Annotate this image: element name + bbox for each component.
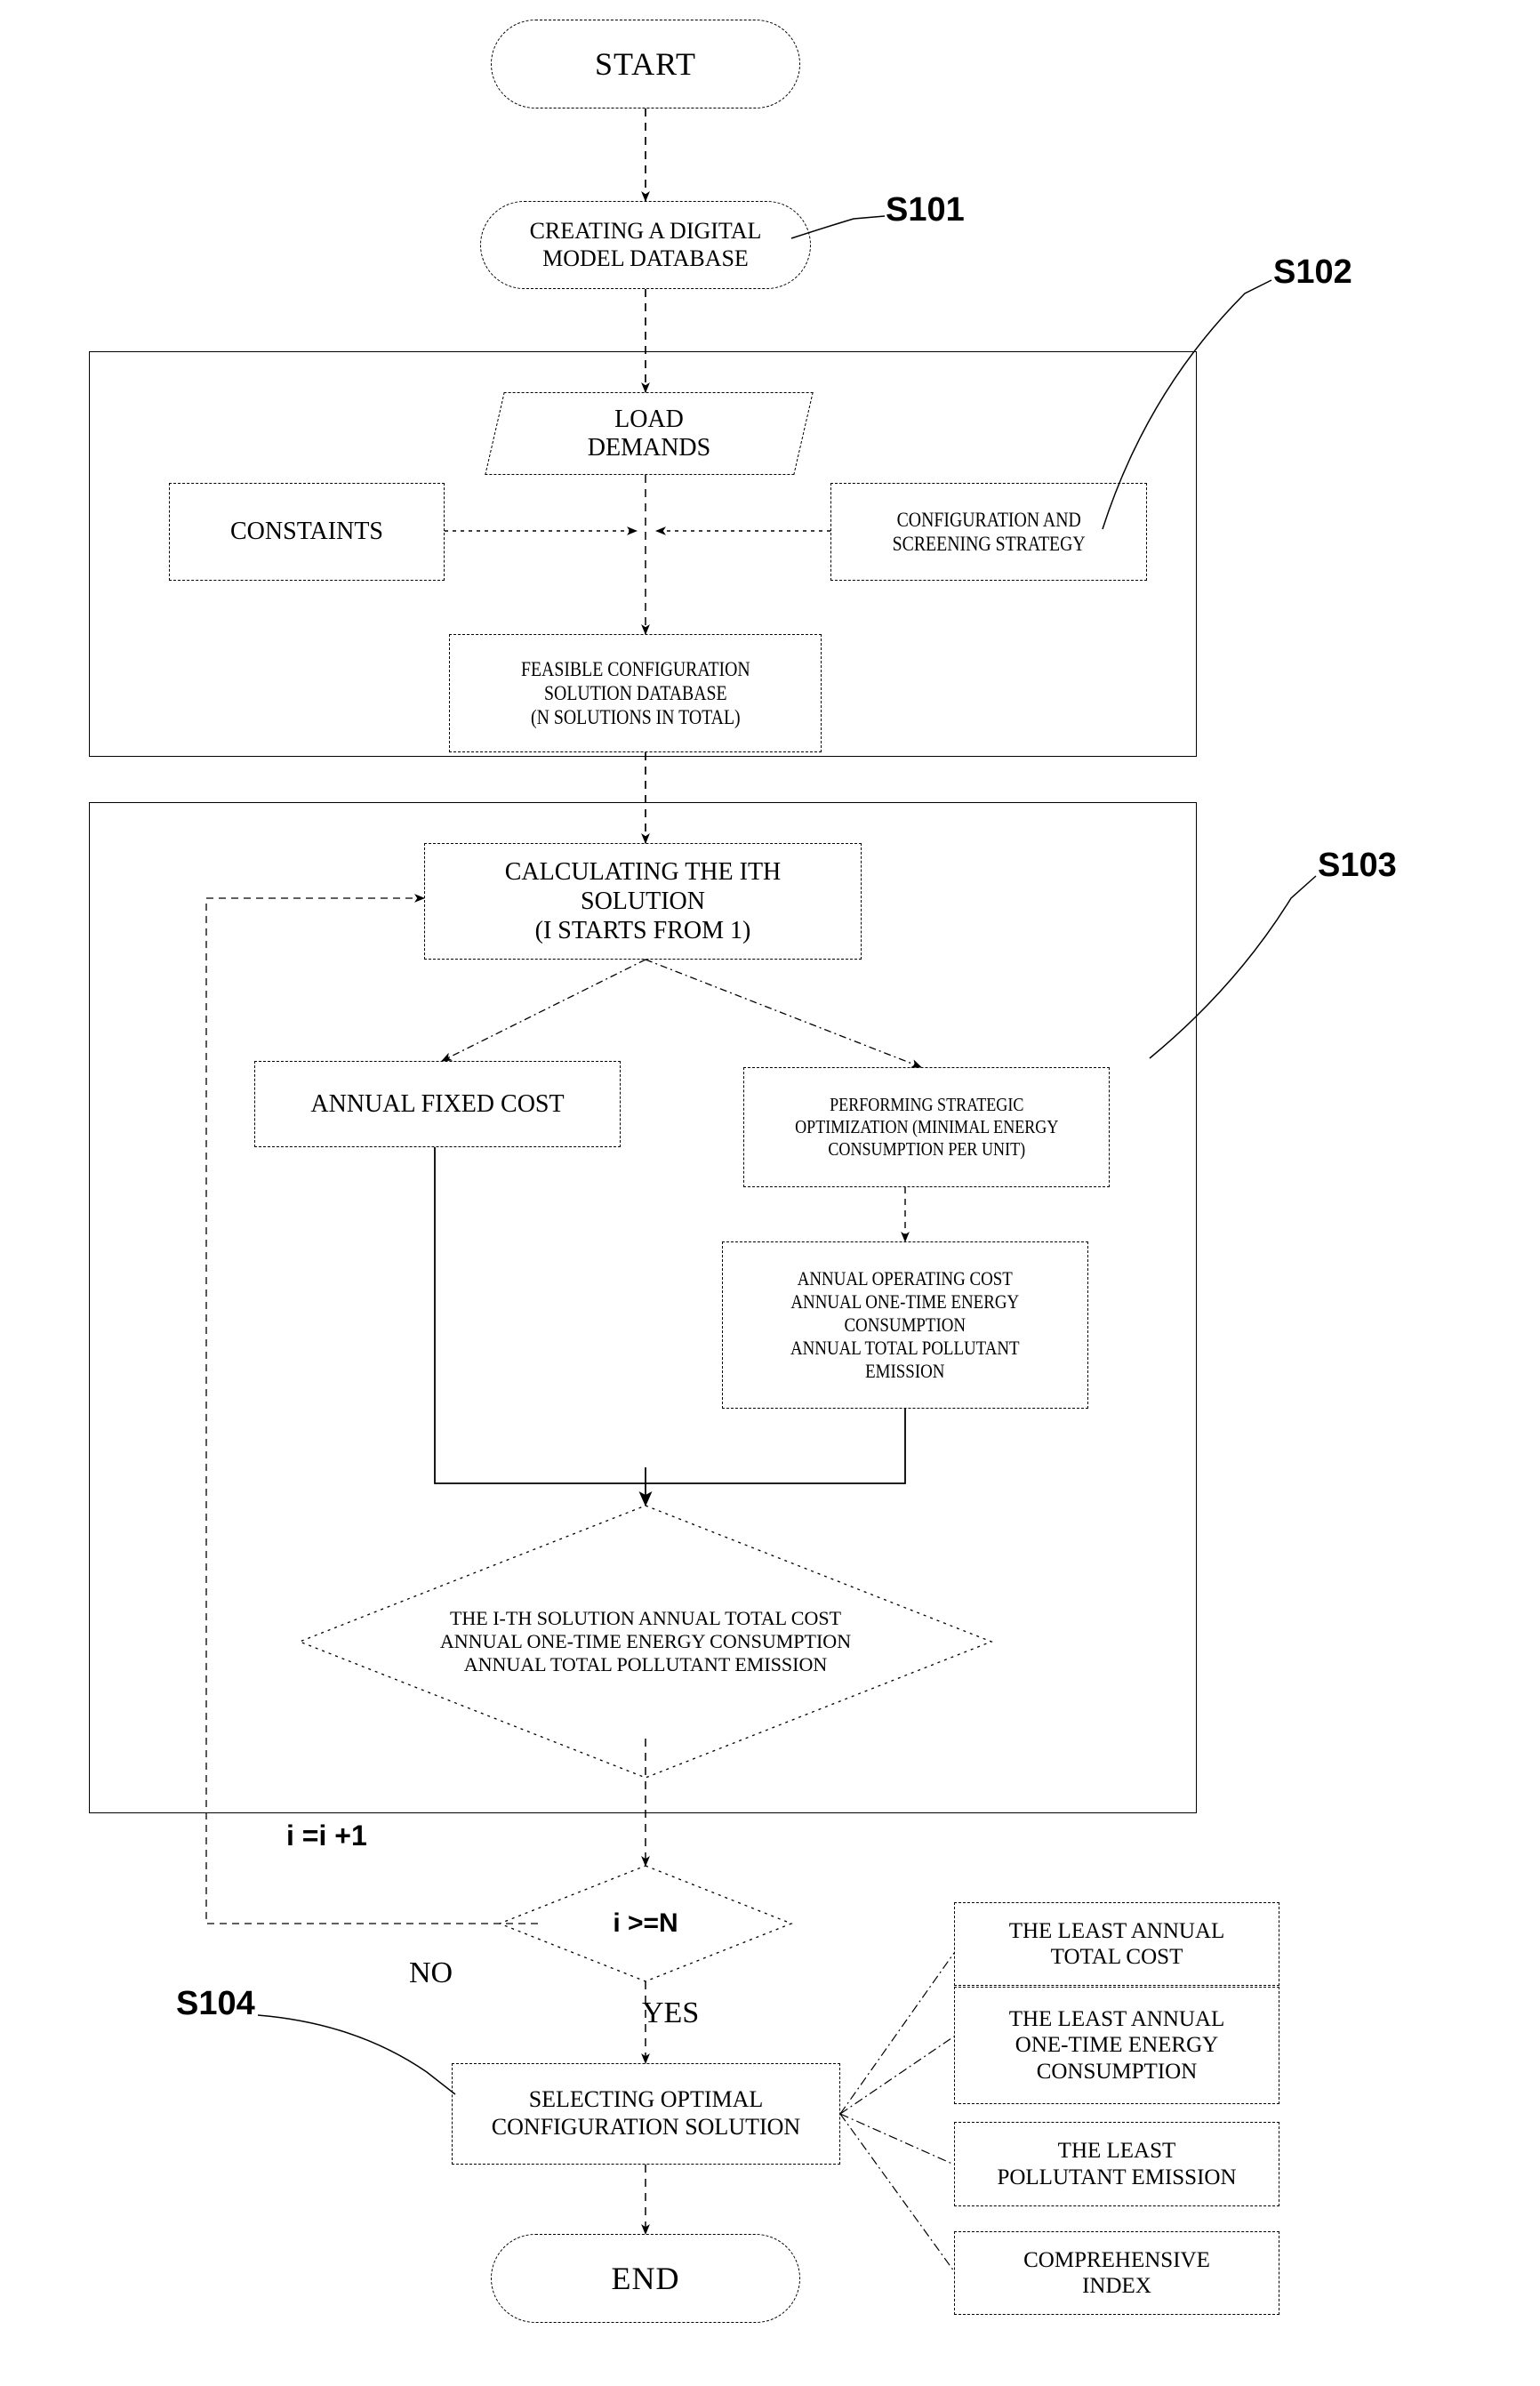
node-selecting-optimal-configuration-label: SELECTING OPTIMAL CONFIGURATION SOLUTION bbox=[491, 2086, 801, 2140]
node-decision-label: i >=N bbox=[613, 1908, 678, 1938]
node-configuration-screening[interactable]: CONFIGURATION AND SCREENING STRATEGY bbox=[830, 483, 1147, 581]
edge-label-increment: i =i +1 bbox=[286, 1820, 367, 1852]
node-load-demands-label: LOAD DEMANDS bbox=[587, 405, 711, 462]
node-least-pollutant-emission-label: THE LEAST POLLUTANT EMISSION bbox=[997, 2139, 1237, 2189]
node-ith-solution-summary[interactable]: THE I-TH SOLUTION ANNUAL TOTAL COST ANNU… bbox=[300, 1506, 991, 1778]
node-least-annual-total-cost[interactable]: THE LEAST ANNUAL TOTAL COST bbox=[954, 1902, 1279, 1986]
edge-label-yes: YES bbox=[642, 1996, 700, 2029]
step-label-s104: S104 bbox=[176, 1985, 255, 2022]
node-least-annual-onetime-energy[interactable]: THE LEAST ANNUAL ONE-TIME ENERGY CONSUMP… bbox=[954, 1987, 1279, 2104]
node-least-annual-total-cost-label: THE LEAST ANNUAL TOTAL COST bbox=[1008, 1918, 1225, 1970]
node-decision-i-ge-n[interactable]: i >=N bbox=[500, 1866, 791, 1981]
step-label-s101: S101 bbox=[886, 191, 965, 229]
node-least-annual-onetime-energy-label: THE LEAST ANNUAL ONE-TIME ENERGY CONSUMP… bbox=[1008, 2006, 1225, 2084]
node-performing-strategic-optimization[interactable]: PERFORMING STRATEGIC OPTIMIZATION (MINIM… bbox=[743, 1067, 1110, 1187]
step-label-s102: S102 bbox=[1273, 253, 1352, 291]
node-end[interactable]: END bbox=[491, 2234, 800, 2323]
node-least-pollutant-emission[interactable]: THE LEAST POLLUTANT EMISSION bbox=[954, 2122, 1279, 2206]
node-comprehensive-index-label: COMPREHENSIVE INDEX bbox=[1023, 2247, 1210, 2299]
node-annual-results[interactable]: ANNUAL OPERATING COST ANNUAL ONE-TIME EN… bbox=[722, 1241, 1088, 1409]
step-label-s103: S103 bbox=[1318, 847, 1397, 884]
node-constaints-label: CONSTAINTS bbox=[230, 518, 383, 546]
node-calculating-ith-solution[interactable]: CALCULATING THE ITH SOLUTION (I STARTS F… bbox=[424, 843, 862, 960]
node-selecting-optimal-configuration[interactable]: SELECTING OPTIMAL CONFIGURATION SOLUTION bbox=[452, 2063, 840, 2165]
node-create-model-database[interactable]: CREATING A DIGITAL MODEL DATABASE bbox=[480, 201, 811, 289]
node-end-label: END bbox=[611, 2260, 680, 2296]
node-ith-solution-summary-label: THE I-TH SOLUTION ANNUAL TOTAL COST ANNU… bbox=[439, 1607, 852, 1675]
node-calculating-ith-solution-label: CALCULATING THE ITH SOLUTION (I STARTS F… bbox=[504, 857, 782, 945]
node-start[interactable]: START bbox=[491, 20, 800, 108]
node-annual-results-label: ANNUAL OPERATING COST ANNUAL ONE-TIME EN… bbox=[790, 1267, 1020, 1382]
node-annual-fixed-cost[interactable]: ANNUAL FIXED COST bbox=[254, 1061, 621, 1147]
node-annual-fixed-cost-label: ANNUAL FIXED COST bbox=[310, 1089, 565, 1118]
node-feasible-solution-database[interactable]: FEASIBLE CONFIGURATION SOLUTION DATABASE… bbox=[449, 634, 822, 752]
node-create-model-database-label: CREATING A DIGITAL MODEL DATABASE bbox=[529, 217, 762, 271]
node-configuration-screening-label: CONFIGURATION AND SCREENING STRATEGY bbox=[892, 508, 1086, 555]
flowchart-canvas: START CREATING A DIGITAL MODEL DATABASE … bbox=[0, 0, 1540, 2386]
node-comprehensive-index[interactable]: COMPREHENSIVE INDEX bbox=[954, 2231, 1279, 2315]
node-load-demands[interactable]: LOAD DEMANDS bbox=[485, 392, 814, 475]
edge-label-no: NO bbox=[409, 1956, 453, 1989]
node-feasible-solution-database-label: FEASIBLE CONFIGURATION SOLUTION DATABASE… bbox=[520, 657, 750, 729]
node-constaints[interactable]: CONSTAINTS bbox=[169, 483, 445, 581]
node-performing-strategic-optimization-label: PERFORMING STRATEGIC OPTIMIZATION (MINIM… bbox=[794, 1094, 1059, 1160]
node-start-label: START bbox=[595, 45, 696, 82]
